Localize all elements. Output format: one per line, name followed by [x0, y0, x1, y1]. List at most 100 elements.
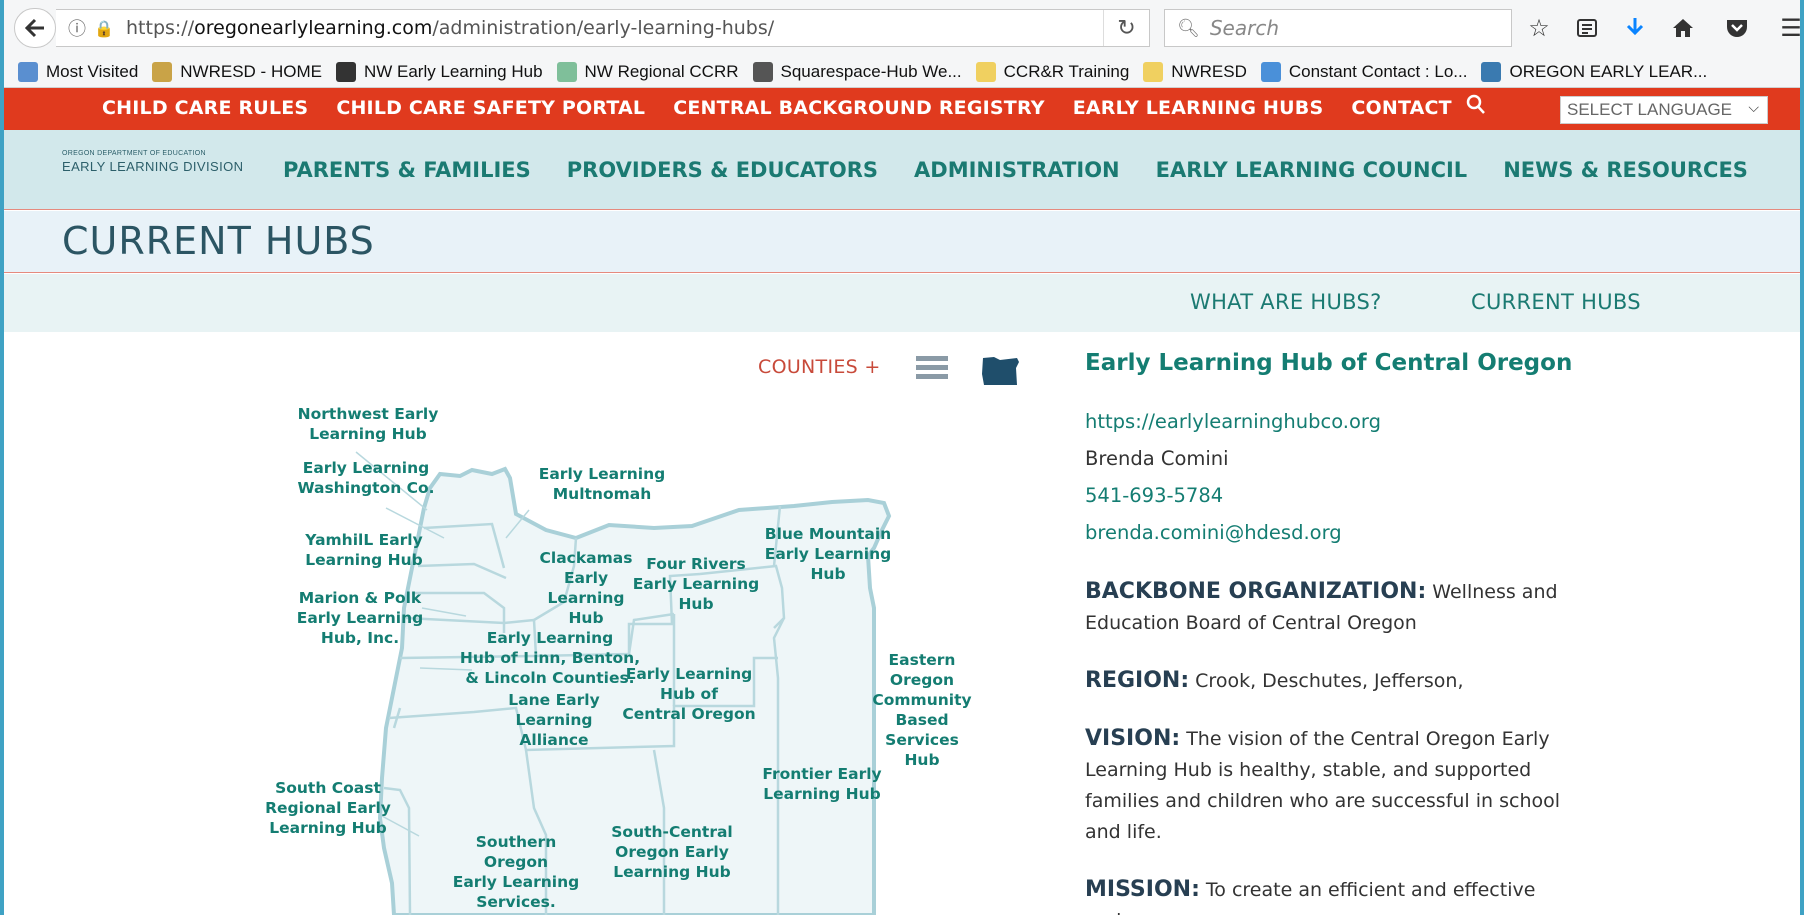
bookmark-item[interactable]: NWRESD - HOME	[152, 61, 322, 82]
hub-phone-link[interactable]: 541-693-5784	[1085, 484, 1585, 507]
bookmark-item[interactable]: NWRESD	[1143, 61, 1247, 82]
main-nav-item[interactable]: PROVIDERS & EDUCATORS	[567, 158, 878, 182]
vision-label: VISION:	[1085, 726, 1181, 751]
hub-label[interactable]: Early Learning Washington Co.	[297, 458, 434, 498]
bookmark-item[interactable]: Most Visited	[18, 61, 139, 82]
reading-list-icon[interactable]	[1570, 12, 1604, 44]
hub-label[interactable]: Marion & Polk Early Learning Hub, Inc.	[297, 588, 423, 648]
main-nav-item[interactable]: EARLY LEARNING COUNCIL	[1156, 158, 1468, 182]
site-search-icon[interactable]	[1466, 94, 1486, 122]
bookmark-icon	[752, 61, 773, 82]
mission-label: MISSION:	[1085, 877, 1200, 902]
region-paragraph: REGION: Crook, Deschutes, Jefferson,	[1085, 665, 1585, 697]
backbone-label: BACKBONE ORGANIZATION:	[1085, 579, 1427, 604]
hub-email-link[interactable]: brenda.comini@hdesd.org	[1085, 521, 1585, 544]
region-value: Crook, Deschutes, Jefferson,	[1189, 670, 1464, 692]
utility-link[interactable]: CHILD CARE SAFETY PORTAL	[336, 97, 645, 119]
hub-label[interactable]: Clackamas Early Learning Hub	[540, 548, 633, 628]
hub-label[interactable]: South-Central Oregon Early Learning Hub	[611, 822, 732, 882]
search-input[interactable]: 🔍︎ Search	[1164, 9, 1512, 47]
search-icon: 🔍︎	[1177, 17, 1200, 39]
page-title-bar: CURRENT HUBS	[4, 211, 1800, 273]
bookmark-label: Squarespace-Hub We...	[780, 61, 962, 81]
url-text[interactable]: https://oregonearlylearning.com/administ…	[126, 17, 774, 39]
lock-icon: 🔒	[94, 18, 114, 38]
bookmark-icon	[1260, 61, 1281, 82]
counties-toggle[interactable]: COUNTIES +	[758, 356, 881, 378]
subnav-what-are-hubs[interactable]: WHAT ARE HUBS?	[1190, 290, 1382, 314]
hub-label[interactable]: Blue Mountain Early Learning Hub	[765, 524, 891, 584]
bookmark-item[interactable]: Squarespace-Hub We...	[752, 61, 962, 82]
utility-link[interactable]: CENTRAL BACKGROUND REGISTRY	[673, 97, 1044, 119]
bookmark-label: OREGON EARLY LEAR...	[1509, 61, 1708, 81]
hub-label[interactable]: YamhilL Early Learning Hub	[305, 530, 422, 570]
search-placeholder: Search	[1209, 16, 1280, 40]
browser-toolbar: ⓘ 🔒 https://oregonearlylearning.com/admi…	[4, 0, 1800, 56]
hub-label[interactable]: Early Learning Multnomah	[539, 464, 665, 504]
bookmark-item[interactable]: Constant Contact : Lo...	[1260, 61, 1468, 82]
main-nav-item[interactable]: NEWS & RESOURCES	[1503, 158, 1748, 182]
pocket-icon[interactable]	[1720, 12, 1754, 44]
hub-label[interactable]: Early Learning Hub of Central Oregon	[622, 664, 755, 724]
info-icon[interactable]: ⓘ	[68, 15, 94, 41]
bookmark-label: NWRESD - HOME	[180, 61, 322, 81]
bookmark-label: Most Visited	[46, 61, 139, 81]
hub-website-link[interactable]: https://earlylearninghubco.org	[1085, 410, 1585, 433]
chevron-down-icon: ⌵	[1748, 99, 1759, 115]
star-icon[interactable]: ☆	[1522, 12, 1556, 44]
download-icon[interactable]	[1618, 12, 1652, 44]
bookmark-icon	[975, 61, 996, 82]
region-label: REGION:	[1085, 668, 1190, 693]
bookmark-label: NW Regional CCRR	[584, 61, 739, 81]
bookmark-icon	[1481, 61, 1502, 82]
hub-label[interactable]: Four Rivers Early Learning Hub	[633, 554, 759, 614]
url-bar[interactable]: ⓘ 🔒 https://oregonearlylearning.com/admi…	[56, 9, 1150, 47]
back-button[interactable]	[14, 8, 56, 48]
vision-paragraph: VISION: The vision of the Central Oregon…	[1085, 723, 1585, 848]
hub-label[interactable]: Lane Early Learning Alliance	[508, 690, 599, 750]
hub-label[interactable]: Northwest Early Learning Hub	[298, 404, 439, 444]
bookmark-label: NW Early Learning Hub	[363, 61, 543, 81]
main-nav-item[interactable]: PARENTS & FAMILIES	[283, 158, 531, 182]
oregon-map-view-icon[interactable]	[980, 356, 1020, 386]
hub-name: Early Learning Hub of Central Oregon	[1085, 350, 1573, 376]
subnav-current-hubs[interactable]: CURRENT HUBS	[1471, 290, 1641, 314]
bookmark-icon	[18, 61, 38, 82]
main-nav: OREGON DEPARTMENT OF EDUCATION EARLY LEA…	[4, 130, 1800, 210]
list-view-icon[interactable]	[916, 356, 948, 384]
hub-label[interactable]: Eastern Oregon Community Based Services …	[872, 650, 971, 770]
site-logo[interactable]: OREGON DEPARTMENT OF EDUCATION EARLY LEA…	[62, 150, 243, 174]
back-arrow-icon	[24, 18, 44, 38]
bookmark-item[interactable]: OREGON EARLY LEAR...	[1481, 61, 1708, 82]
bookmark-label: Constant Contact : Lo...	[1288, 61, 1468, 81]
hub-label[interactable]: Early Learning Hub of Linn, Benton, & Li…	[460, 628, 640, 688]
bookmarks-toolbar: Most Visited NWRESD - HOME NW Early Learni…	[4, 56, 1800, 88]
language-select[interactable]: SELECT LANGUAGE ⌵	[1560, 96, 1768, 124]
hub-label[interactable]: Southern Oregon Early Learning Services.	[453, 832, 579, 912]
utility-bar: CHILD CARE RULES CHILD CARE SAFETY PORTAL…	[4, 88, 1800, 130]
hub-label[interactable]: Frontier Early Learning Hub	[762, 764, 881, 804]
main-nav-item[interactable]: ADMINISTRATION	[914, 158, 1120, 182]
bookmark-label: CCR&R Training	[1003, 61, 1130, 81]
hub-label[interactable]: South Coast Regional Early Learning Hub	[265, 778, 391, 838]
reload-icon[interactable]: ↻	[1103, 10, 1149, 46]
menu-icon[interactable]: ☰	[1774, 12, 1800, 44]
hub-map: Northwest Early Learning Hub Early Learni…	[234, 388, 1034, 915]
browser-window: ⓘ 🔒 https://oregonearlylearning.com/admi…	[4, 0, 1800, 915]
language-select-value: SELECT LANGUAGE	[1567, 100, 1733, 119]
utility-link[interactable]: CHILD CARE RULES	[102, 97, 308, 119]
page-title: CURRENT HUBS	[62, 219, 375, 263]
mission-paragraph: MISSION: To create an efficient and effe…	[1085, 874, 1585, 915]
bookmark-item[interactable]: NW Regional CCRR	[556, 61, 739, 82]
bookmark-item[interactable]: NW Early Learning Hub	[335, 61, 543, 82]
bookmark-item[interactable]: CCR&R Training	[975, 61, 1130, 82]
utility-link[interactable]: EARLY LEARNING HUBS	[1073, 97, 1324, 119]
home-icon[interactable]	[1666, 12, 1700, 44]
logo-subtitle: OREGON DEPARTMENT OF EDUCATION	[62, 150, 206, 157]
bookmark-icon	[335, 61, 356, 82]
hub-contact-name: Brenda Comini	[1085, 447, 1229, 470]
bookmark-icon	[556, 61, 577, 82]
hub-detail-panel: Early Learning Hub of Central Oregon htt…	[1085, 350, 1585, 915]
utility-link[interactable]: CONTACT	[1351, 97, 1452, 119]
backbone-paragraph: BACKBONE ORGANIZATION: Wellness and Educ…	[1085, 576, 1585, 639]
